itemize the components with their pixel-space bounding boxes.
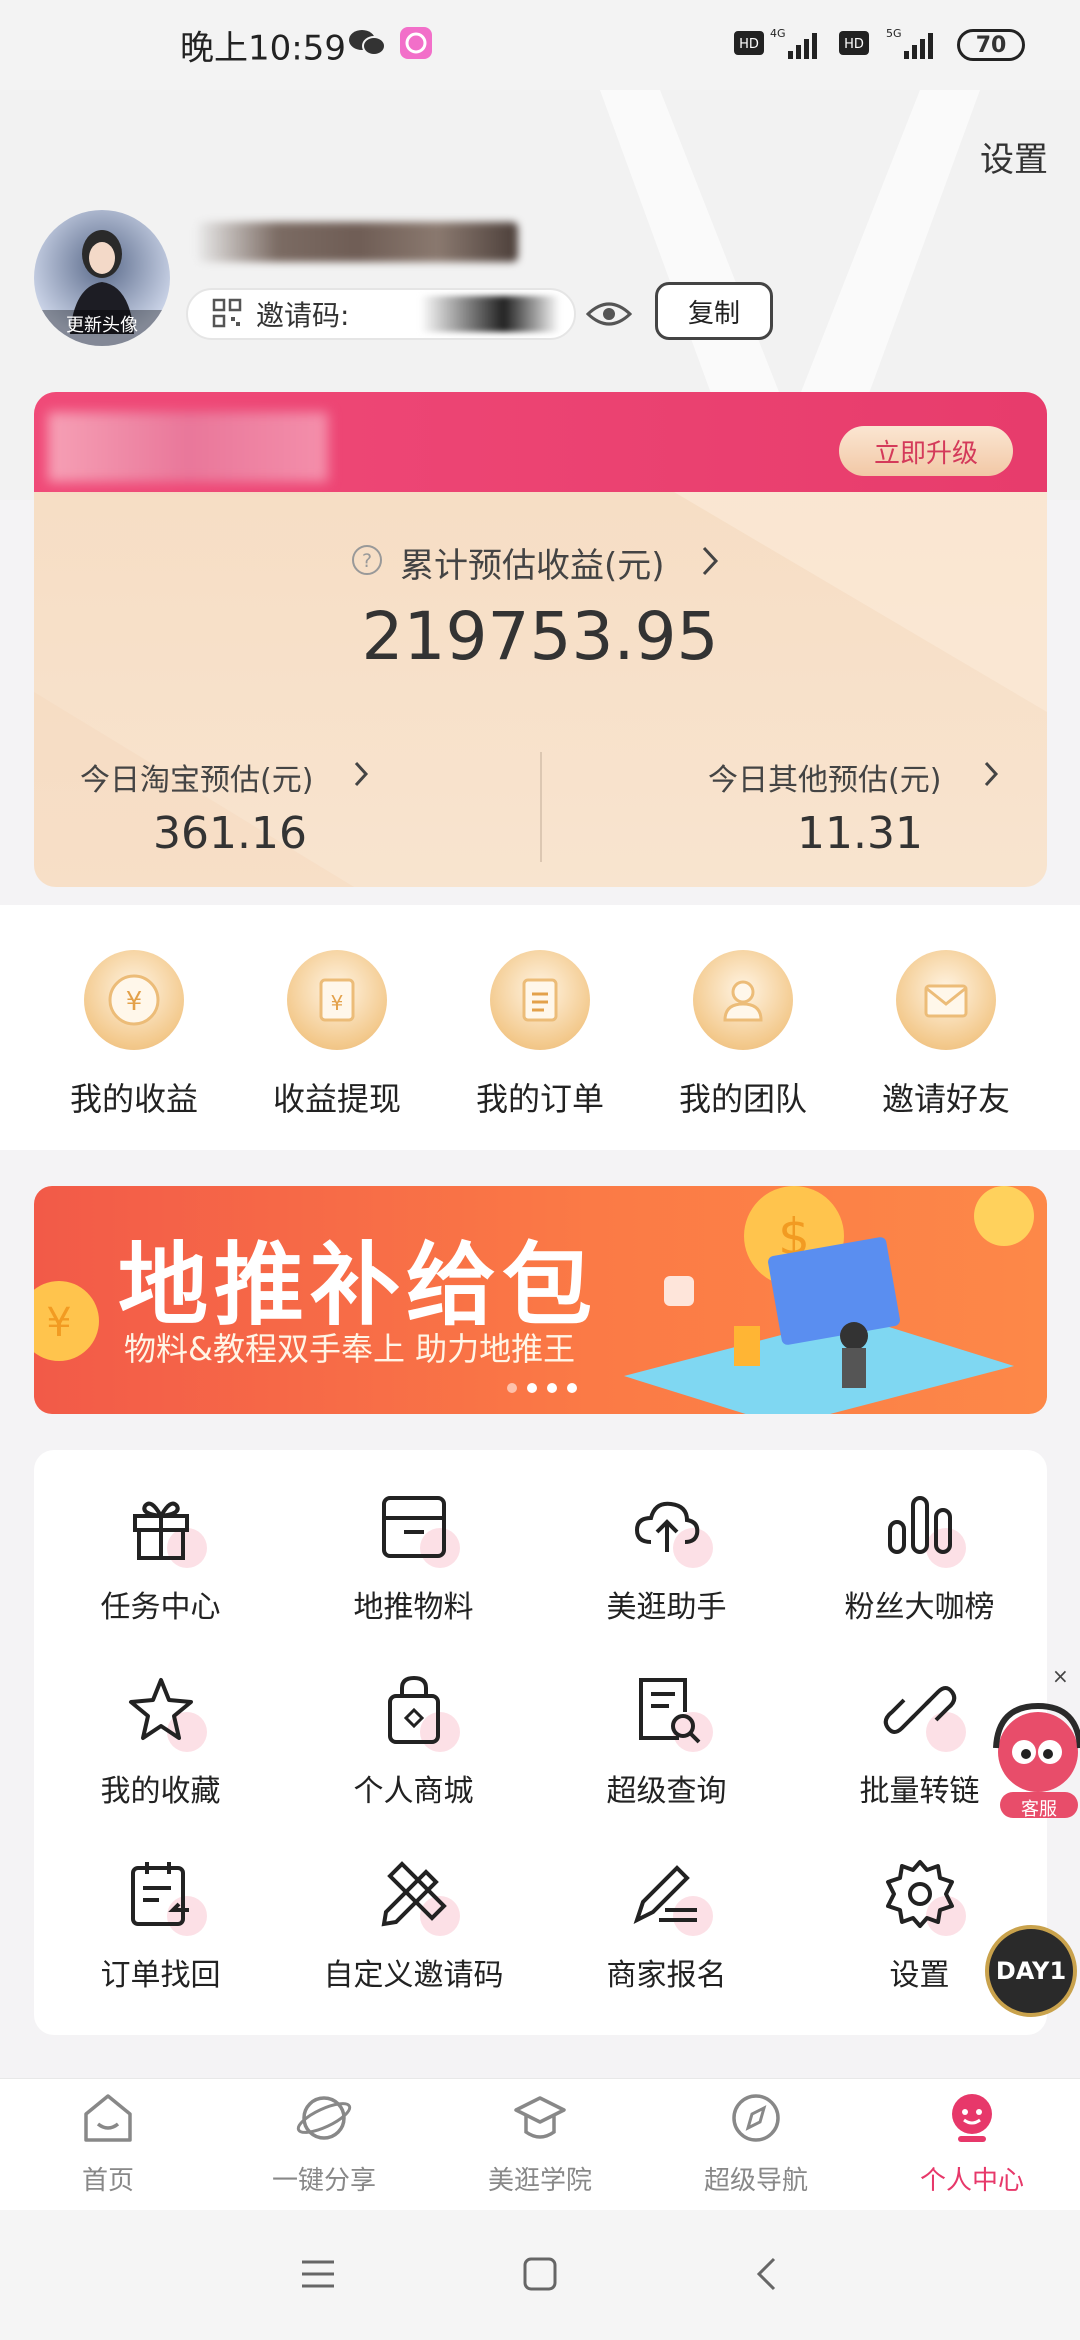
coin-icon: ¥ (34, 1281, 99, 1361)
svg-text:HD: HD (844, 37, 864, 52)
grid-item-fan-ranking[interactable]: 粉丝大咖榜 (793, 1488, 1046, 1626)
quick-action-invite[interactable]: 邀请好友 (846, 950, 1046, 1120)
banner-title: 地推补给包 (118, 1233, 598, 1338)
nav-home[interactable]: 首页 (0, 2090, 216, 2197)
member-tier-redacted (48, 412, 328, 482)
other-today-label[interactable]: 今日其他预估(元) (708, 755, 941, 799)
qr-code-icon (212, 298, 242, 332)
battery-indicator: 70 (957, 29, 1025, 61)
order-icon (490, 950, 590, 1050)
grid-item-promo-materials[interactable]: 地推物料 (287, 1488, 540, 1626)
box-icon (376, 1488, 460, 1568)
day-badge[interactable]: DAY1 (985, 1925, 1077, 2017)
pen-icon (629, 1856, 713, 1936)
close-icon[interactable]: × (1052, 1664, 1069, 1688)
graduation-cap-icon (432, 2090, 648, 2150)
copy-button[interactable]: 复制 (655, 282, 773, 340)
5g-signal-icon: 5G (886, 25, 942, 65)
chevron-right-icon[interactable] (700, 545, 720, 581)
avatar[interactable]: 更新头像 (34, 210, 170, 346)
pagination-dot[interactable] (527, 1383, 537, 1393)
invite-code-label: 邀请码: (256, 299, 350, 332)
svg-text:4G: 4G (770, 27, 786, 40)
total-earnings-label[interactable]: 累计预估收益(元) (400, 538, 665, 587)
doc-search-icon (629, 1672, 713, 1752)
quick-action-withdraw[interactable]: ¥ 收益提现 (237, 950, 437, 1120)
chevron-right-icon[interactable] (352, 760, 370, 792)
team-icon (693, 950, 793, 1050)
star-icon (123, 1672, 207, 1752)
hd-icon: HD (838, 30, 870, 60)
pencil-ruler-icon (376, 1856, 460, 1936)
cloud-upload-icon (629, 1488, 713, 1568)
banner-illustration: $ (624, 1186, 1034, 1414)
link-icon (882, 1672, 966, 1752)
other-today-value: 11.31 (797, 808, 923, 859)
avatar-update-label: 更新头像 (34, 310, 170, 346)
grid-item-favorites[interactable]: 我的收藏 (34, 1672, 287, 1810)
svg-text:¥: ¥ (46, 1300, 71, 1346)
grid-item-task-center[interactable]: 任务中心 (34, 1488, 287, 1626)
gear-icon (882, 1856, 966, 1936)
svg-text:?: ? (362, 550, 372, 572)
grid-item-order-recovery[interactable]: 订单找回 (34, 1856, 287, 1994)
quick-action-my-earnings[interactable]: ¥ 我的收益 (34, 950, 234, 1120)
banner-subtitle: 物料&教程双手奉上 助力地推王 (124, 1330, 576, 1368)
nav-profile[interactable]: 个人中心 (864, 2090, 1080, 2197)
pagination-dot[interactable] (547, 1383, 557, 1393)
status-time: 晚上10:59 (180, 28, 346, 69)
profile-icon (864, 2090, 1080, 2150)
invite-code-redacted (420, 296, 560, 332)
app-icon (398, 25, 434, 65)
grid-item-assistant[interactable]: 美逛助手 (540, 1488, 793, 1626)
eye-icon[interactable] (585, 296, 633, 336)
withdraw-icon: ¥ (287, 950, 387, 1050)
pagination-dot[interactable] (507, 1383, 517, 1393)
clipboard-icon (123, 1856, 207, 1936)
customer-service-button[interactable]: 客服 (986, 1700, 1080, 1820)
customer-service-label: 客服 (1021, 1799, 1057, 1820)
nav-super-guide[interactable]: 超级导航 (648, 2090, 864, 2197)
menu-icon[interactable] (300, 2258, 336, 2294)
nav-academy[interactable]: 美逛学院 (432, 2090, 648, 2197)
shopping-bag-icon (376, 1672, 460, 1752)
username-redacted (198, 222, 518, 262)
svg-text:HD: HD (739, 37, 759, 52)
grid-item-personal-mall[interactable]: 个人商城 (287, 1672, 540, 1810)
hd-icon: HD (733, 30, 765, 60)
envelope-icon (896, 950, 996, 1050)
nav-share[interactable]: 一键分享 (216, 2090, 432, 2197)
compass-icon (648, 2090, 864, 2150)
svg-text:¥: ¥ (331, 991, 344, 1015)
settings-link[interactable]: 设置 (980, 132, 1048, 181)
bar-chart-icon (882, 1488, 966, 1568)
quick-action-team[interactable]: 我的团队 (643, 950, 843, 1120)
upgrade-button[interactable]: 立即升级 (839, 426, 1013, 476)
pagination-dot[interactable] (567, 1383, 577, 1393)
planet-icon (216, 2090, 432, 2150)
grid-item-super-search[interactable]: 超级查询 (540, 1672, 793, 1810)
grid-item-merchant-signup[interactable]: 商家报名 (540, 1856, 793, 1994)
taobao-today-label[interactable]: 今日淘宝预估(元) (80, 755, 313, 799)
total-earnings-value: 219753.95 (361, 598, 719, 675)
chevron-right-icon[interactable] (982, 760, 1000, 792)
wechat-icon (348, 28, 386, 62)
home-icon (0, 2090, 216, 2150)
home-square-icon[interactable] (522, 2256, 558, 2296)
grid-item-custom-invite-code[interactable]: 自定义邀请码 (287, 1856, 540, 1994)
gift-icon (123, 1488, 207, 1568)
taobao-today-value: 361.16 (153, 808, 307, 859)
back-icon[interactable] (754, 2256, 778, 2296)
card-divider (540, 752, 542, 862)
yen-coin-icon: ¥ (84, 950, 184, 1050)
help-icon[interactable]: ? (350, 543, 384, 581)
svg-text:¥: ¥ (126, 987, 143, 1017)
banner-pagination (502, 1378, 582, 1397)
svg-text:5G: 5G (886, 27, 902, 40)
4g-signal-icon: 4G (770, 25, 826, 65)
quick-action-orders[interactable]: 我的订单 (440, 950, 640, 1120)
